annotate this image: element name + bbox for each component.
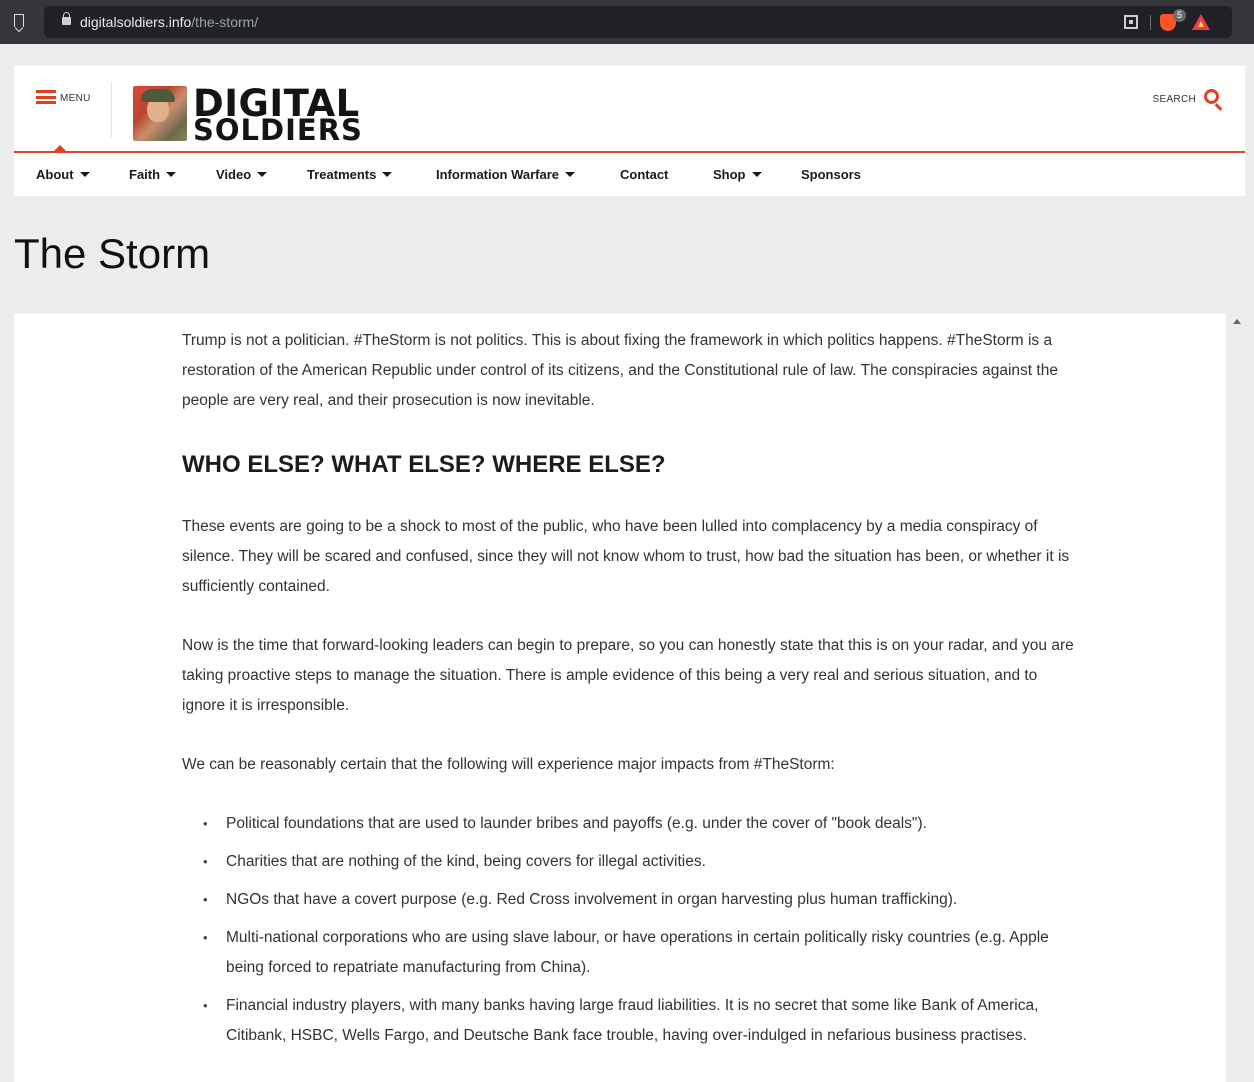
bookmark-icon[interactable] bbox=[14, 14, 24, 27]
shields-count-badge: 5 bbox=[1173, 9, 1186, 22]
header-divider bbox=[111, 82, 112, 138]
address-bar[interactable]: digitalsoldiers.info/the-storm/ 5 bbox=[44, 6, 1232, 38]
nav-item-shop[interactable]: Shop bbox=[713, 167, 762, 182]
logo-soldier-image bbox=[133, 86, 187, 141]
logo-text-soldiers: SOLDIERS bbox=[193, 113, 363, 147]
search-button[interactable]: SEARCH bbox=[1143, 88, 1223, 110]
main-nav: About Faith Video Treatments Information… bbox=[14, 153, 1245, 196]
list-item: NGOs that have a covert purpose (e.g. Re… bbox=[182, 885, 1082, 915]
nav-label: Information Warfare bbox=[436, 167, 560, 182]
intro-paragraph: Trump is not a politician. #TheStorm is … bbox=[182, 332, 1058, 409]
url-path: /the-storm/ bbox=[191, 14, 259, 30]
hamburger-icon bbox=[36, 90, 56, 104]
site-header: MENU DIGITAL SOLDIERS SEARCH About Faith… bbox=[14, 66, 1245, 196]
caret-down-icon bbox=[382, 172, 393, 177]
nav-item-sponsors[interactable]: Sponsors bbox=[801, 167, 861, 182]
article-body: Trump is not a politician. #TheStorm is … bbox=[182, 326, 1082, 1059]
paragraph: We can be reasonably certain that the fo… bbox=[182, 756, 835, 773]
caret-down-icon bbox=[166, 172, 177, 177]
impact-list: Political foundations that are used to l… bbox=[182, 809, 1082, 1051]
browser-toolbar: digitalsoldiers.info/the-storm/ 5 bbox=[0, 0, 1254, 44]
list-item: Multi-national corporations who are usin… bbox=[182, 923, 1082, 983]
nav-item-contact[interactable]: Contact bbox=[620, 167, 668, 182]
lock-icon[interactable] bbox=[62, 12, 71, 25]
nav-item-video[interactable]: Video bbox=[216, 167, 268, 182]
nav-item-faith[interactable]: Faith bbox=[129, 167, 177, 182]
caret-down-icon bbox=[751, 172, 762, 177]
nav-label: Shop bbox=[713, 167, 746, 182]
brave-rewards-icon[interactable] bbox=[1192, 14, 1210, 30]
paragraph: These events are going to be a shock to … bbox=[182, 518, 1070, 595]
search-icon bbox=[1204, 89, 1219, 104]
nav-item-treatments[interactable]: Treatments bbox=[307, 167, 393, 182]
nav-label: Sponsors bbox=[801, 167, 861, 182]
url-text[interactable]: digitalsoldiers.info/the-storm/ bbox=[80, 14, 258, 30]
nav-item-about[interactable]: About bbox=[36, 167, 90, 182]
search-label: SEARCH bbox=[1152, 94, 1196, 105]
nav-label: Video bbox=[216, 167, 252, 182]
article-content: Trump is not a politician. #TheStorm is … bbox=[14, 314, 1226, 1082]
logo-helmet bbox=[141, 89, 175, 102]
list-item: Financial industry players, with many ba… bbox=[182, 991, 1082, 1051]
menu-label: MENU bbox=[60, 93, 91, 104]
nav-label: Treatments bbox=[307, 167, 377, 182]
toolbar-separator bbox=[1150, 15, 1151, 30]
nav-label: Faith bbox=[129, 167, 161, 182]
section-heading: WHO ELSE? WHAT ELSE? WHERE ELSE? bbox=[182, 451, 666, 478]
nav-label: About bbox=[36, 167, 74, 182]
scroll-up-arrow-icon[interactable] bbox=[1233, 319, 1241, 324]
caret-down-icon bbox=[257, 172, 268, 177]
url-domain: digitalsoldiers.info bbox=[80, 14, 192, 30]
list-item: Charities that are nothing of the kind, … bbox=[182, 847, 1082, 877]
page-title: The Storm bbox=[14, 230, 211, 277]
nav-label: Contact bbox=[620, 167, 669, 182]
list-item: Political foundations that are used to l… bbox=[182, 809, 1082, 839]
qr-code-icon[interactable] bbox=[1124, 15, 1138, 29]
caret-down-icon bbox=[565, 172, 576, 177]
site-logo[interactable]: DIGITAL SOLDIERS bbox=[133, 85, 363, 147]
paragraph: Now is the time that forward-looking lea… bbox=[182, 637, 1074, 714]
nav-item-information-warfare[interactable]: Information Warfare bbox=[436, 167, 576, 182]
caret-down-icon bbox=[79, 172, 90, 177]
